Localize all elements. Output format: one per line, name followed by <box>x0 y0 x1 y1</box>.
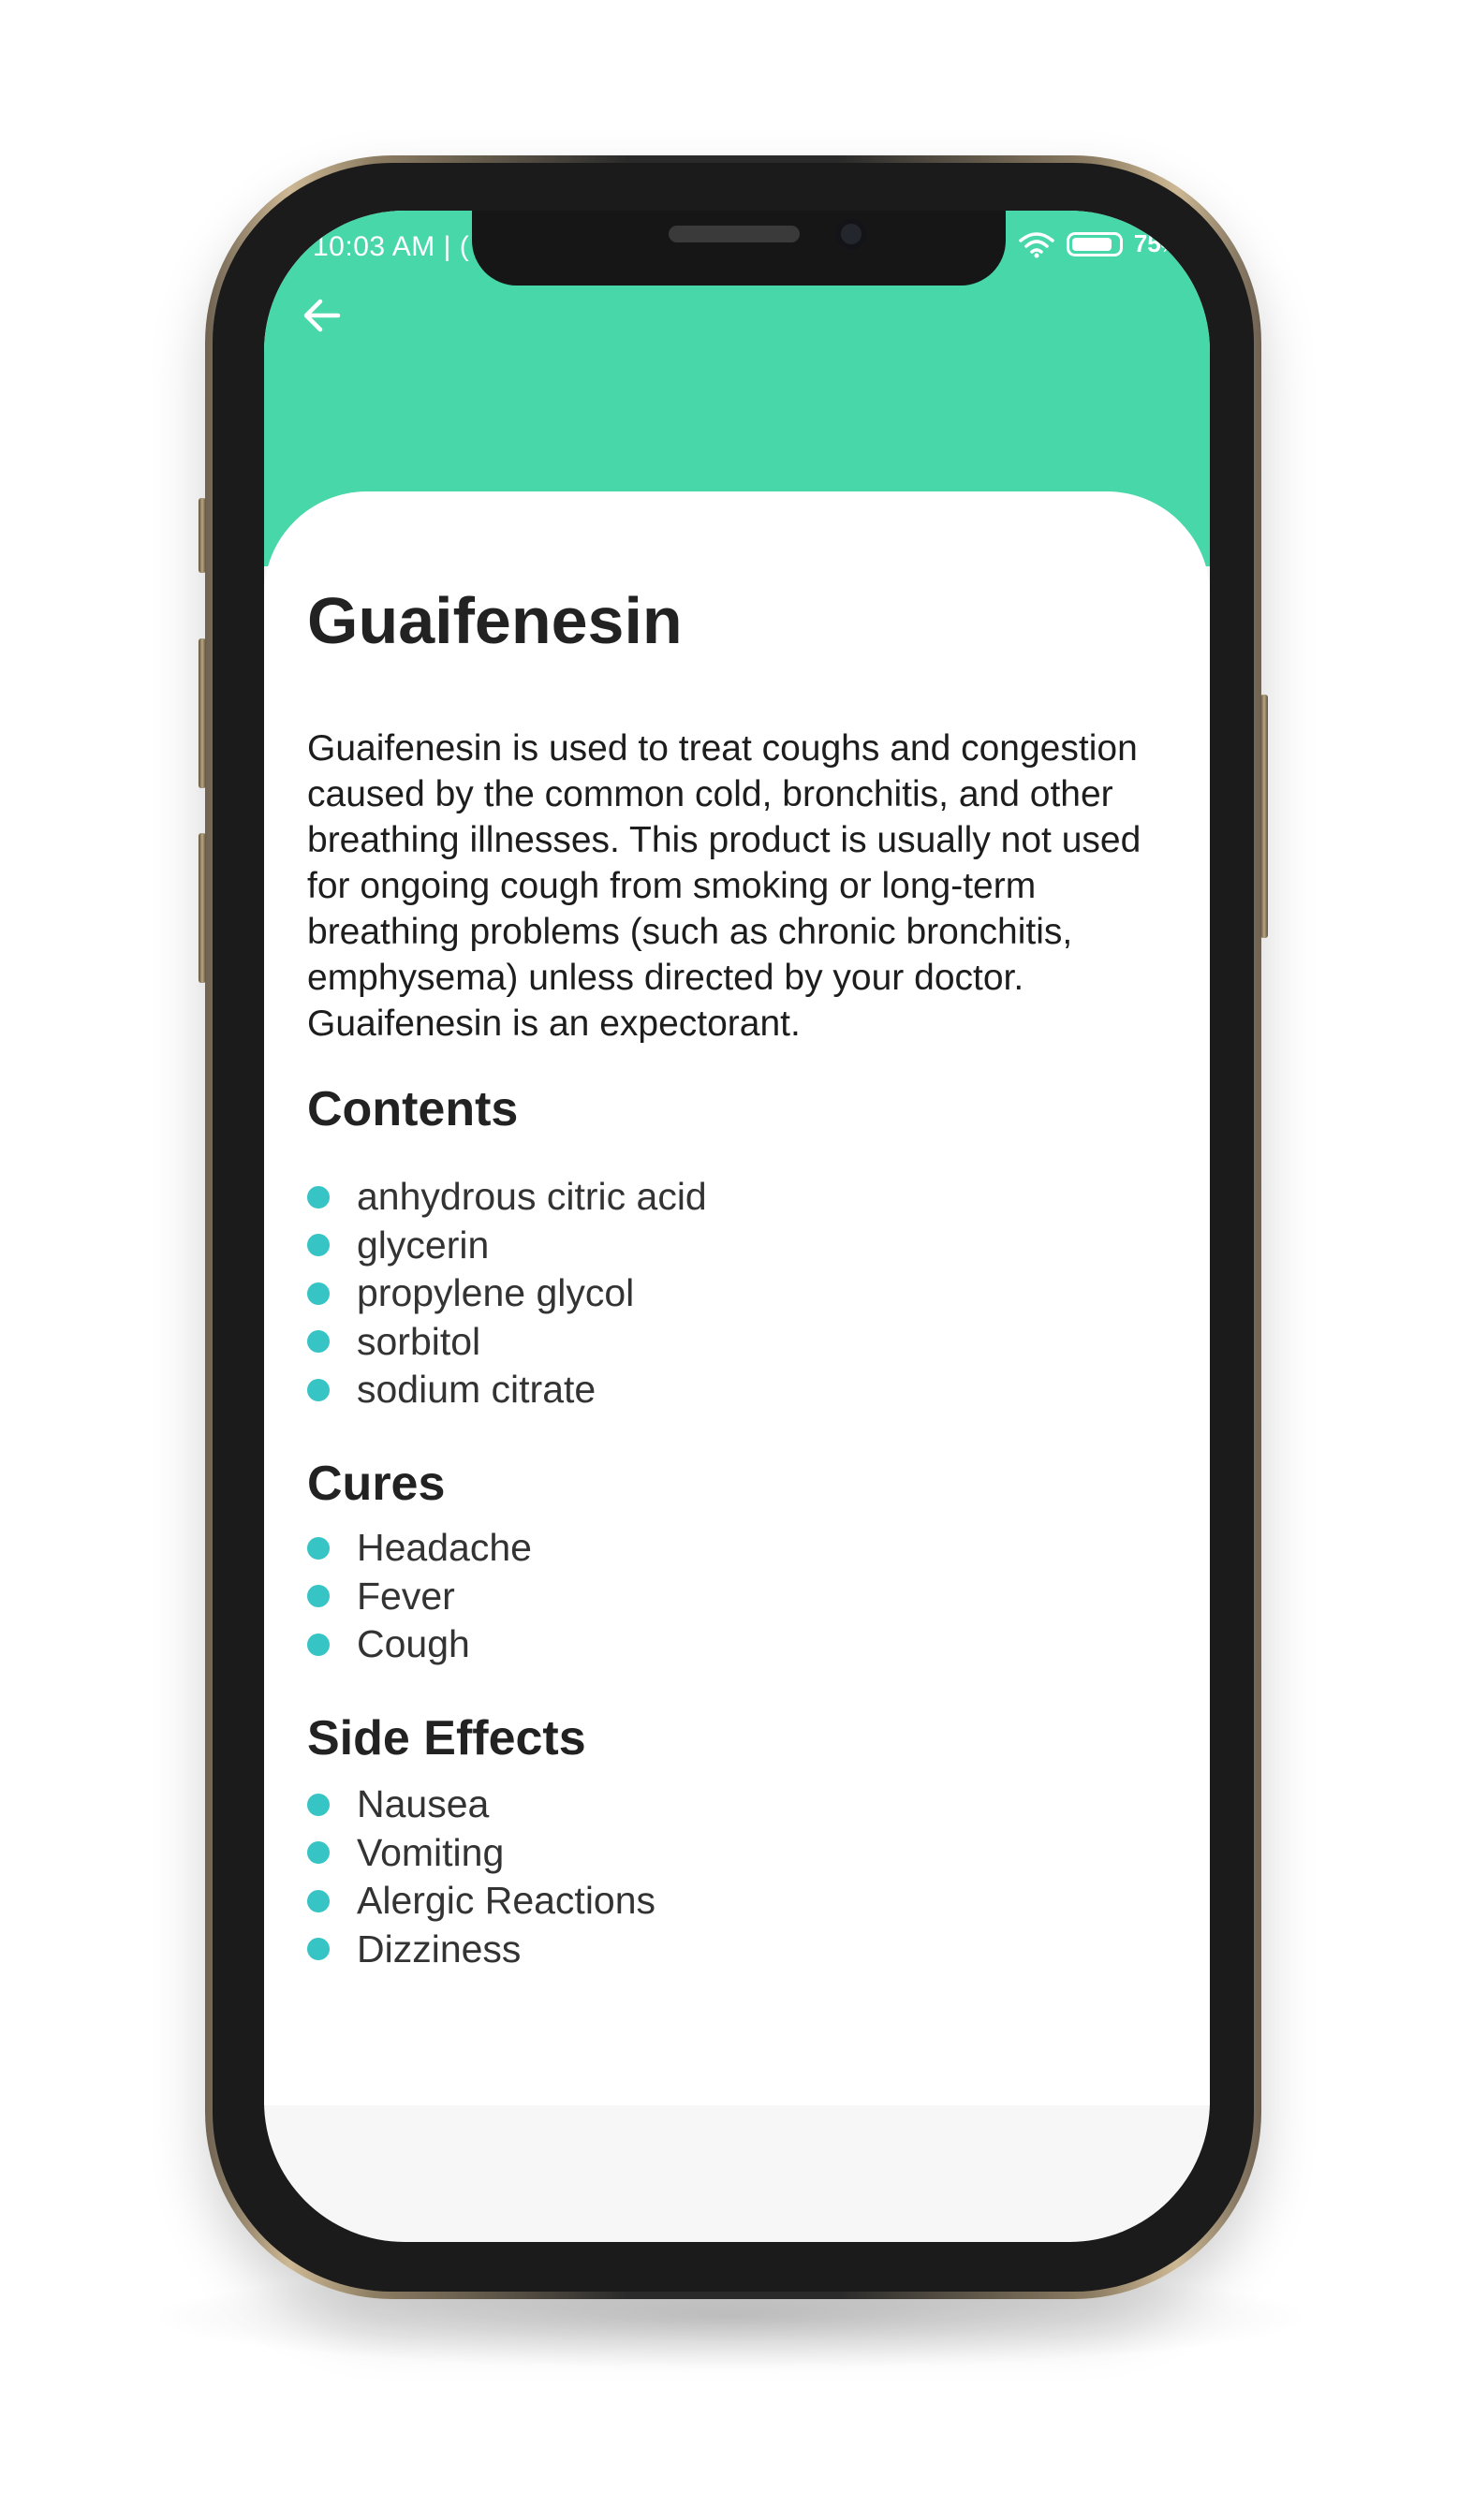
bullet-icon <box>307 1282 330 1305</box>
bullet-icon <box>307 1330 330 1354</box>
list-item: sorbitol <box>307 1318 707 1367</box>
medicine-name: Guaifenesin <box>307 584 683 657</box>
list-item: sodium citrate <box>307 1366 707 1414</box>
bullet-icon <box>307 1585 330 1608</box>
cures-list: Headache Fever Cough <box>307 1524 532 1669</box>
wifi-icon <box>1019 231 1054 257</box>
phone-screen: 10:03 AM | ( 75% Guaifenesin Guaifenesin… <box>264 211 1210 2242</box>
list-item-text: glycerin <box>357 1223 490 1267</box>
list-item-text: Fever <box>357 1574 455 1618</box>
detail-card: Guaifenesin Guaifenesin is used to treat… <box>264 491 1210 2105</box>
bullet-icon <box>307 1234 330 1257</box>
list-item: Vomiting <box>307 1829 655 1878</box>
arrow-left-icon <box>303 299 341 332</box>
mute-switch <box>199 498 206 573</box>
list-item: glycerin <box>307 1222 707 1270</box>
list-item: Fever <box>307 1573 532 1621</box>
list-item: propylene glycol <box>307 1269 707 1318</box>
list-item: Alergic Reactions <box>307 1877 655 1926</box>
back-button[interactable] <box>292 286 352 345</box>
side-effects-list: Nausea Vomiting Alergic Reactions Dizzin… <box>307 1780 655 1973</box>
list-item-text: sodium citrate <box>357 1368 596 1411</box>
list-item-text: Nausea <box>357 1782 490 1825</box>
list-item-text: sorbitol <box>357 1319 481 1363</box>
status-time: 10:03 AM | ( <box>313 231 470 262</box>
notch <box>472 211 1006 286</box>
battery-level-value: 75 <box>1133 229 1161 257</box>
bullet-icon <box>307 1793 330 1816</box>
list-item-text: Vomiting <box>357 1830 505 1874</box>
list-item-text: propylene glycol <box>357 1271 635 1314</box>
contents-list: anhydrous citric acid glycerin propylene… <box>307 1173 707 1414</box>
list-item: anhydrous citric acid <box>307 1173 707 1222</box>
status-indicators: 75% <box>1018 229 1174 258</box>
list-item: Headache <box>307 1524 532 1573</box>
list-item: Cough <box>307 1620 532 1669</box>
list-item-text: Headache <box>357 1526 532 1569</box>
bullet-icon <box>307 1841 330 1865</box>
volume-up-button <box>199 638 206 788</box>
front-camera <box>835 218 867 250</box>
battery-level: 75% <box>1133 229 1174 257</box>
bullet-icon <box>307 1633 330 1656</box>
list-item-text: Alergic Reactions <box>357 1879 656 1922</box>
volume-down-button <box>199 833 206 983</box>
bullet-icon <box>307 1185 330 1209</box>
bullet-icon <box>307 1378 330 1401</box>
bullet-icon <box>307 1889 330 1912</box>
list-item: Nausea <box>307 1780 655 1829</box>
list-item-text: Cough <box>357 1622 470 1665</box>
power-button <box>1260 695 1268 938</box>
side-effects-heading: Side Effects <box>307 1711 586 1765</box>
cures-heading: Cures <box>307 1457 446 1511</box>
medicine-description: Guaifenesin is used to treat coughs and … <box>307 728 1141 1044</box>
bullet-icon <box>307 1536 330 1560</box>
contents-heading: Contents <box>307 1082 519 1136</box>
list-item-text: Dizziness <box>357 1927 522 1971</box>
list-item-text: anhydrous citric acid <box>357 1175 707 1218</box>
earpiece-speaker <box>669 226 800 242</box>
bullet-icon <box>307 1938 330 1961</box>
battery-icon <box>1066 231 1123 256</box>
list-item: Dizziness <box>307 1926 655 1974</box>
